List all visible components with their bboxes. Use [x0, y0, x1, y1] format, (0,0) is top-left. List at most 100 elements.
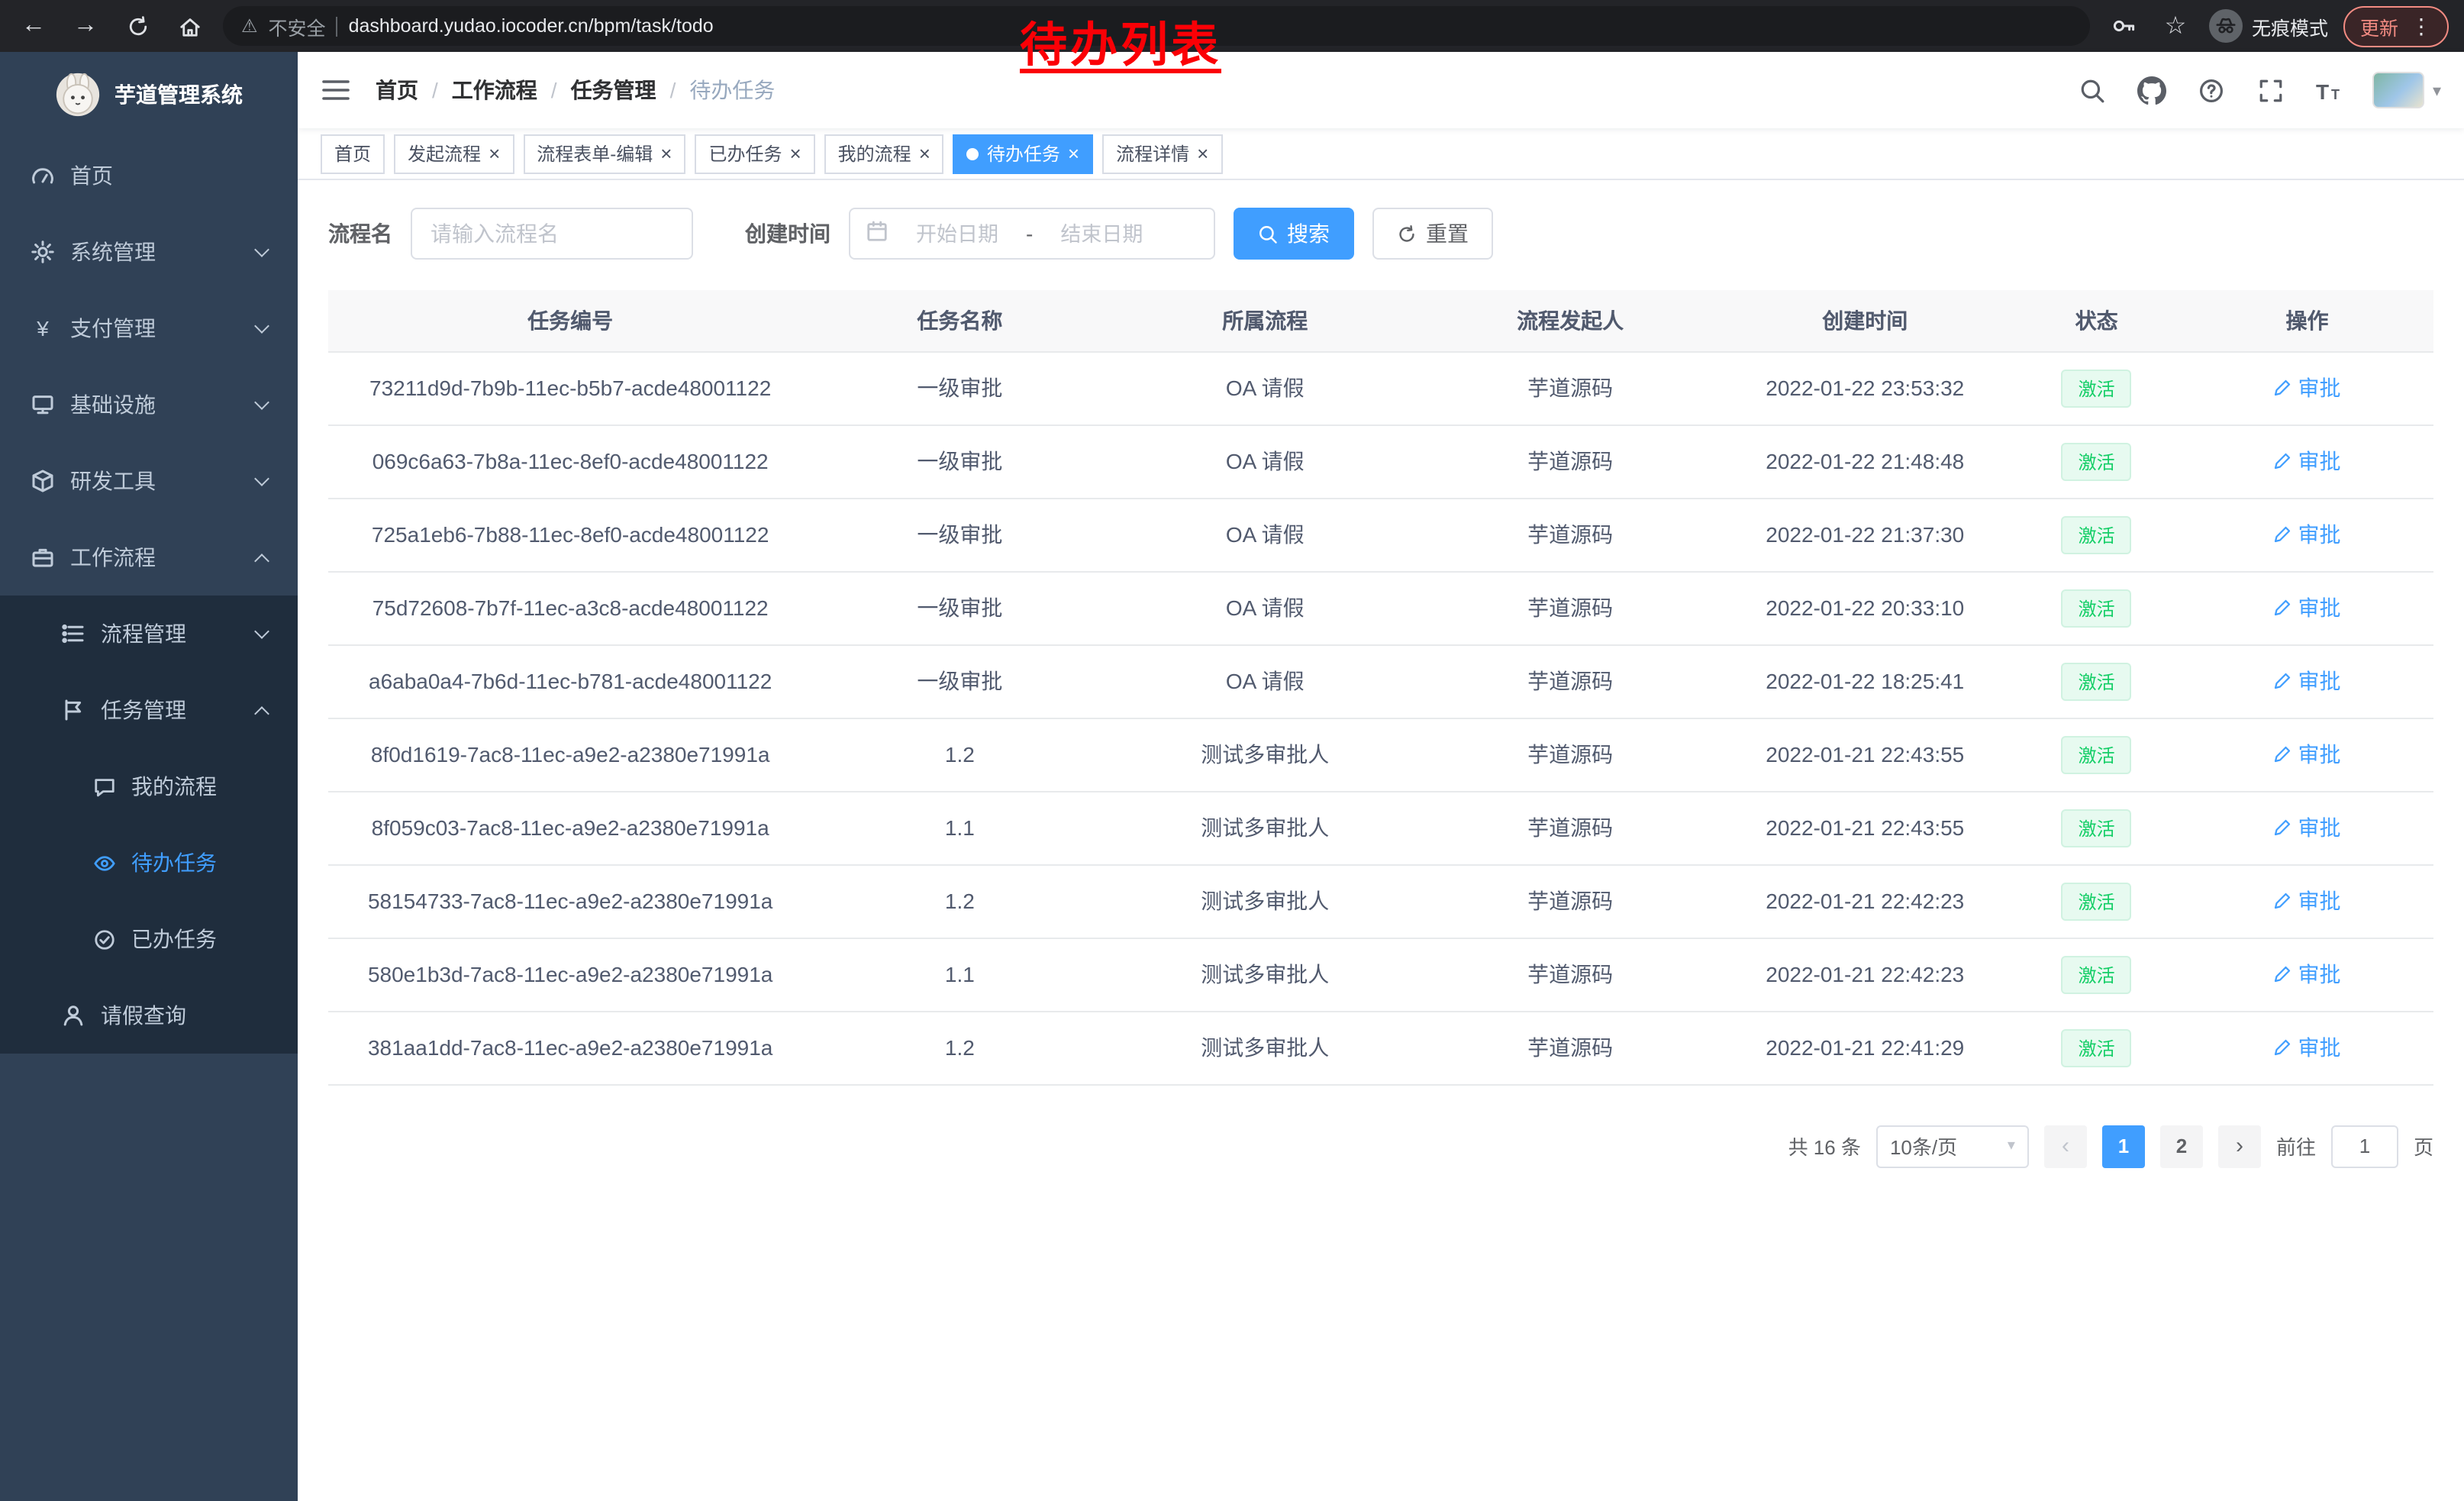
breadcrumb-task-management[interactable]: 任务管理 — [571, 75, 656, 105]
date-range-picker[interactable]: - — [849, 208, 1215, 260]
person-icon — [61, 1003, 85, 1028]
browser-menu-icon[interactable]: ⋮ — [2411, 13, 2432, 39]
approve-link[interactable]: 审批 — [2273, 959, 2340, 989]
close-icon[interactable]: × — [489, 144, 500, 163]
sidebar-item-dev-tools[interactable]: 研发工具 — [0, 443, 298, 519]
tab-start-process[interactable]: 发起流程 × — [394, 134, 514, 173]
sidebar-item-todo-tasks[interactable]: 待办任务 — [0, 825, 298, 901]
sidebar-item-process-management[interactable]: 流程管理 — [0, 596, 298, 672]
approve-link[interactable]: 审批 — [2273, 886, 2340, 916]
close-icon[interactable]: × — [1197, 144, 1208, 163]
task-id: 725a1eb6-7b88-11ec-8ef0-acde48001122 — [328, 498, 812, 571]
breadcrumb: 首页 / 工作流程 / 任务管理 / 待办任务 — [376, 75, 775, 105]
sidebar-item-home[interactable]: 首页 — [0, 137, 298, 214]
page-button-1[interactable]: 1 — [2102, 1125, 2145, 1167]
reset-button-label: 重置 — [1426, 218, 1469, 249]
sidebar-item-system[interactable]: 系统管理 — [0, 214, 298, 290]
not-secure-warning-icon: ⚠ — [241, 15, 258, 37]
search-button-label: 搜索 — [1287, 218, 1330, 249]
pencil-icon — [2273, 599, 2291, 617]
approve-link[interactable]: 审批 — [2273, 812, 2340, 843]
calendar-icon — [866, 220, 889, 247]
back-icon[interactable]: ← — [15, 8, 52, 44]
approve-link[interactable]: 审批 — [2273, 1032, 2340, 1063]
update-button[interactable]: 更新 ⋮ — [2343, 5, 2449, 47]
forward-icon[interactable]: → — [67, 8, 104, 44]
tab-label: 流程详情 — [1116, 140, 1189, 166]
breadcrumb-workflow[interactable]: 工作流程 — [452, 75, 537, 105]
tab-label: 发起流程 — [408, 140, 481, 166]
create-time: 2022-01-21 22:42:23 — [1717, 938, 2012, 1011]
reset-button[interactable]: 重置 — [1372, 208, 1493, 260]
navbar-actions: TT ▾ — [2075, 72, 2441, 108]
initiator: 芋道源码 — [1423, 644, 1717, 718]
approve-link[interactable]: 审批 — [2273, 519, 2340, 550]
approve-link[interactable]: 审批 — [2273, 446, 2340, 476]
sidebar-item-infrastructure[interactable]: 基础设施 — [0, 366, 298, 443]
app-logo[interactable]: 芋道管理系统 — [0, 52, 298, 137]
initiator: 芋道源码 — [1423, 571, 1717, 644]
tab-process-detail[interactable]: 流程详情 × — [1102, 134, 1222, 173]
sidebar-item-my-process[interactable]: 我的流程 — [0, 748, 298, 825]
tab-todo-tasks[interactable]: 待办任务 × — [953, 134, 1093, 173]
sidebar-item-task-management[interactable]: 任务管理 — [0, 672, 298, 748]
next-page-button[interactable]: › — [2218, 1125, 2261, 1167]
pencil-icon — [2273, 745, 2291, 763]
tab-home[interactable]: 首页 — [321, 134, 385, 173]
approve-link[interactable]: 审批 — [2273, 739, 2340, 770]
table-row: a6aba0a4-7b6d-11ec-b781-acde48001122 一级审… — [328, 644, 2433, 718]
fullscreen-icon[interactable] — [2254, 73, 2288, 107]
close-icon[interactable]: × — [919, 144, 930, 163]
page-size-select[interactable]: 10条/页 ▾ — [1876, 1125, 2029, 1167]
caret-down-icon: ▾ — [2433, 80, 2441, 100]
refresh-icon — [1397, 224, 1417, 244]
pencil-icon — [2273, 892, 2291, 910]
task-name: 1.1 — [812, 791, 1107, 864]
start-date-input[interactable] — [898, 222, 1017, 245]
search-icon[interactable] — [2075, 73, 2109, 107]
password-key-icon[interactable] — [2105, 8, 2142, 44]
prev-page-button[interactable]: ‹ — [2044, 1125, 2087, 1167]
breadcrumb-home[interactable]: 首页 — [376, 75, 418, 105]
jump-page-input[interactable] — [2331, 1125, 2398, 1167]
github-icon[interactable] — [2135, 73, 2169, 107]
sidebar-item-payment[interactable]: ¥ 支付管理 — [0, 290, 298, 366]
home-icon[interactable] — [171, 8, 208, 44]
close-icon[interactable]: × — [660, 144, 672, 163]
help-icon[interactable] — [2195, 73, 2228, 107]
search-button[interactable]: 搜索 — [1234, 208, 1354, 260]
logo-avatar-icon — [55, 72, 101, 118]
sidebar-item-done-tasks[interactable]: 已办任务 — [0, 901, 298, 977]
table-row: 069c6a63-7b8a-11ec-8ef0-acde48001122 一级审… — [328, 424, 2433, 498]
close-icon[interactable]: × — [789, 144, 801, 163]
tab-my-process[interactable]: 我的流程 × — [824, 134, 944, 173]
reload-icon[interactable] — [119, 8, 156, 44]
col-process: 所属流程 — [1107, 290, 1423, 351]
approve-link[interactable]: 审批 — [2273, 373, 2340, 403]
tab-done-tasks[interactable]: 已办任务 × — [695, 134, 814, 173]
sidebar-item-workflow[interactable]: 工作流程 — [0, 519, 298, 596]
task-name: 1.2 — [812, 1011, 1107, 1084]
sidebar-collapse-icon[interactable] — [321, 75, 351, 105]
close-icon[interactable]: × — [1068, 144, 1079, 163]
bookmark-star-icon[interactable]: ☆ — [2157, 8, 2194, 44]
table-row: 580e1b3d-7ac8-11ec-a9e2-a2380e71991a 1.1… — [328, 938, 2433, 1011]
approve-link[interactable]: 审批 — [2273, 592, 2340, 623]
page-button-2[interactable]: 2 — [2160, 1125, 2203, 1167]
task-name: 1.1 — [812, 938, 1107, 1011]
user-menu[interactable]: ▾ — [2373, 72, 2441, 108]
update-label: 更新 — [2360, 11, 2398, 40]
page-content: 流程名 创建时间 - 搜索 — [298, 180, 2464, 1501]
tab-process-form-edit[interactable]: 流程表单-编辑 × — [523, 134, 685, 173]
font-size-icon[interactable]: TT — [2314, 73, 2347, 107]
col-status: 状态 — [2012, 290, 2181, 351]
omnibox-divider — [337, 16, 338, 36]
sidebar-item-leave-query[interactable]: 请假查询 — [0, 977, 298, 1054]
approve-link[interactable]: 审批 — [2273, 666, 2340, 696]
browser-toolbar: ← → ⚠ 不安全 dashboard.yudao.iocoder.cn/bpm… — [0, 0, 2464, 52]
process-name-input[interactable] — [411, 208, 693, 260]
process-name: OA 请假 — [1107, 424, 1423, 498]
end-date-input[interactable] — [1042, 222, 1161, 245]
task-name: 一级审批 — [812, 424, 1107, 498]
sidebar-item-label: 首页 — [70, 160, 113, 191]
